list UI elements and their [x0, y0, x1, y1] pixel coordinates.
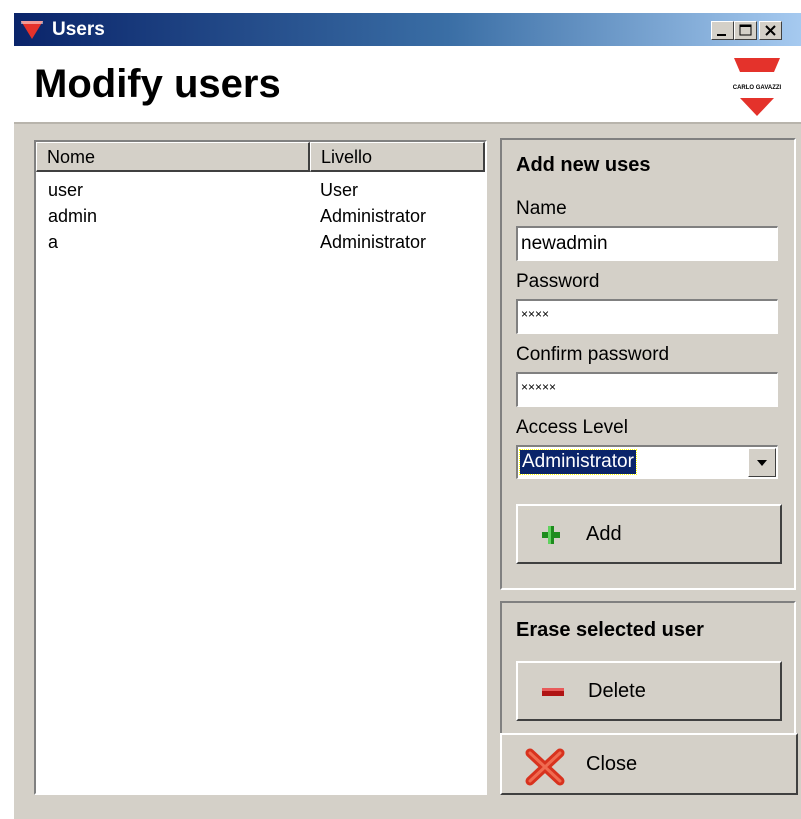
column-header-nome[interactable]: Nome	[36, 142, 310, 172]
password-field[interactable]: ××××	[516, 299, 778, 334]
add-user-panel: Add new uses Name newadmin Password ××××…	[500, 138, 796, 590]
plus-icon	[542, 526, 560, 544]
minimize-button[interactable]	[711, 21, 734, 40]
page-title: Modify users	[34, 62, 281, 106]
svg-text:CARLO GAVAZZI: CARLO GAVAZZI	[733, 85, 782, 91]
close-icon	[765, 25, 776, 36]
erase-user-panel: Erase selected user Delete	[500, 601, 796, 735]
list-header: Nome Livello	[36, 142, 485, 172]
add-button[interactable]: Add	[516, 504, 782, 564]
close-button-label: Close	[586, 753, 638, 775]
confirm-password-label: Confirm password	[516, 344, 670, 365]
maximize-icon	[739, 24, 752, 36]
access-level-select[interactable]: Administrator	[516, 445, 778, 479]
column-header-livello[interactable]: Livello	[310, 142, 485, 172]
x-icon	[525, 748, 565, 786]
access-level-label: Access Level	[516, 417, 628, 438]
window-title: Users	[52, 19, 105, 40]
add-button-label: Add	[586, 523, 622, 545]
list-row[interactable]: admin Administrator	[36, 206, 485, 232]
list-row[interactable]: user User	[36, 180, 485, 206]
delete-button[interactable]: Delete	[516, 661, 782, 721]
user-name: admin	[48, 206, 98, 226]
app-icon	[21, 21, 43, 39]
page-header: Modify users CARLO GAVAZZI	[14, 46, 801, 124]
erase-panel-title: Erase selected user	[516, 619, 704, 641]
carlo-gavazzi-logo: CARLO GAVAZZI	[728, 58, 786, 116]
minus-icon	[542, 688, 564, 696]
access-level-value: Administrator	[519, 449, 637, 475]
user-level: Administrator	[320, 232, 427, 252]
user-level: User	[320, 180, 359, 200]
dropdown-button[interactable]	[748, 448, 776, 477]
name-field[interactable]: newadmin	[516, 226, 778, 261]
maximize-button[interactable]	[734, 21, 757, 40]
title-bar[interactable]: Users	[14, 13, 801, 46]
user-level: Administrator	[320, 206, 427, 226]
chevron-down-icon	[757, 460, 767, 466]
user-name: a	[48, 232, 59, 252]
users-list[interactable]: Nome Livello user User admin Administrat…	[34, 140, 487, 795]
password-label: Password	[516, 271, 600, 292]
list-row[interactable]: a Administrator	[36, 232, 485, 258]
minimize-icon	[717, 34, 726, 36]
user-name: user	[48, 180, 84, 200]
confirm-password-field[interactable]: ×××××	[516, 372, 778, 407]
close-window-button[interactable]	[759, 21, 782, 40]
delete-button-label: Delete	[588, 680, 646, 702]
add-panel-title: Add new uses	[516, 154, 651, 176]
users-window: Users Modify users CARLO GAVAZZI Nome Li…	[13, 12, 801, 819]
name-label: Name	[516, 198, 567, 219]
close-button[interactable]: Close	[500, 733, 798, 795]
